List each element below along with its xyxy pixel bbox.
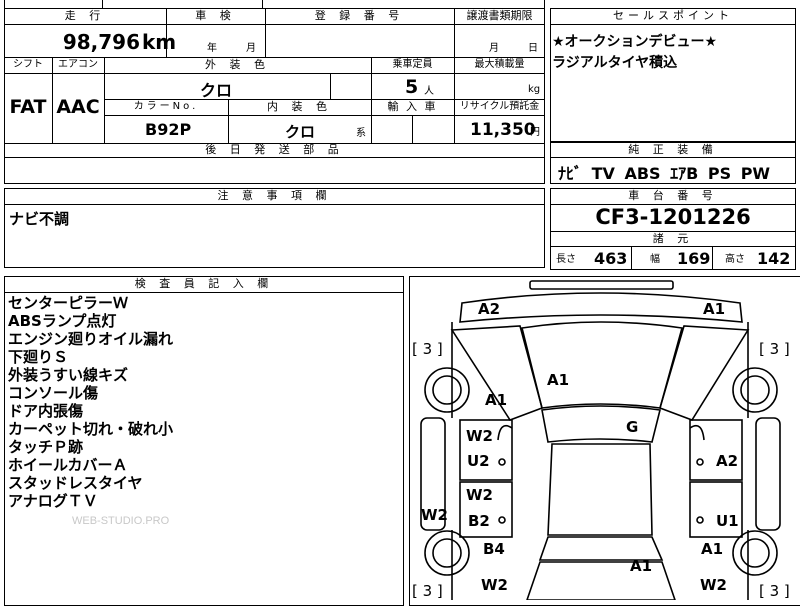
capacity-value: 5 <box>405 76 419 98</box>
aircon-value: AAC <box>56 96 100 118</box>
inspection-month: 月 <box>246 43 256 54</box>
color-no-header: カラーNo. <box>133 101 199 112</box>
inspector-note: コンソール傷 <box>8 384 99 402</box>
caution-header: 注 意 事 項 欄 <box>217 189 332 202</box>
chassis-header: 車 台 番 号 <box>628 189 718 202</box>
inspector-note: 外装うすい線キズ <box>8 366 129 384</box>
chassis-number: CF3-1201226 <box>595 205 751 229</box>
damage-code: A1 <box>703 300 726 318</box>
damage-code: A2 <box>716 452 739 470</box>
inspector-note: アナログＴＶ <box>8 492 98 510</box>
damage-code: W2 <box>481 576 508 594</box>
transfer-deadline-header: 譲渡書類期限 <box>466 9 533 22</box>
inspector-note: 下廻りＳ <box>8 348 69 366</box>
shift-header: シフト <box>13 59 43 70</box>
tire-mark-front-right: [ 3 ] <box>759 340 790 358</box>
tire-mark-rear-left: [ 3 ] <box>412 582 443 600</box>
height-value: 142 <box>757 249 791 268</box>
damage-code: U2 <box>467 452 490 470</box>
inspector-note: センターピラーＷ <box>8 294 129 312</box>
length-label: 長さ <box>556 254 576 265</box>
inspector-note: スタッドレスタイヤ <box>8 474 143 492</box>
capacity-unit: 人 <box>424 86 434 97</box>
length-value: 463 <box>594 249 628 268</box>
damage-code: A1 <box>701 540 724 558</box>
mileage-unit: km <box>142 30 177 54</box>
mileage-header: 走 行 <box>64 9 106 22</box>
damage-code: B4 <box>483 540 505 558</box>
damage-code: W2 <box>700 576 727 594</box>
recycle-header: リサイクル預託金 <box>459 101 540 112</box>
color-no-value: B92P <box>145 120 192 139</box>
damage-code: G <box>626 418 639 436</box>
width-value: 169 <box>677 249 711 268</box>
tire-mark-front-left: [ 3 ] <box>412 340 443 358</box>
width-label: 幅 <box>650 254 660 265</box>
interior-color-suffix: 系 <box>356 128 366 139</box>
registration-header: 登 録 番 号 <box>314 9 405 22</box>
exterior-color-value: クロ <box>200 81 233 100</box>
later-parts-header: 後 日 発 送 部 品 <box>205 143 344 156</box>
capacity-header: 乗車定員 <box>392 59 433 70</box>
damage-code: A1 <box>485 391 508 409</box>
inspector-note: エンジン廻りオイル漏れ <box>8 330 174 348</box>
inspector-note: ドア内張傷 <box>8 402 84 420</box>
max-load-header: 最大積載量 <box>474 59 525 70</box>
inspector-header: 検 査 員 記 入 欄 <box>134 277 274 290</box>
selling-points-header: セールスポイント <box>613 9 733 22</box>
selling-point-1: ★オークションデビュー★ <box>552 34 718 50</box>
shift-value: FAT <box>9 96 47 118</box>
damage-code: W2 <box>466 486 493 504</box>
inspection-year: 年 <box>207 43 217 54</box>
inspector-note: ホイールカバーＡ <box>8 456 128 474</box>
damage-code: U1 <box>716 512 739 530</box>
dims-header: 諸 元 <box>652 232 694 245</box>
damage-code: A1 <box>630 557 653 575</box>
top-cut-row <box>4 0 545 8</box>
tire-mark-rear-right: [ 3 ] <box>759 582 790 600</box>
inspector-note: ABSランプ点灯 <box>8 312 117 330</box>
import-car-header: 輸 入 車 <box>387 100 438 113</box>
damage-code: W2 <box>466 427 493 445</box>
recycle-unit: 円 <box>530 127 540 138</box>
inspector-note: カーペット切れ・破れ小 <box>8 420 174 438</box>
caution-value: ナビ不調 <box>9 210 70 228</box>
exterior-color-header: 外 装 色 <box>205 58 270 71</box>
equipment-value: ﾅﾋﾞ TV ABS ｴｱB PS PW <box>558 164 771 183</box>
damage-code: A1 <box>547 371 570 389</box>
transfer-day: 日 <box>528 43 538 54</box>
mileage-value: 98,796 <box>62 30 140 54</box>
damage-code: B2 <box>468 512 490 530</box>
aircon-header: エアコン <box>58 59 98 70</box>
max-load-unit: kg <box>528 84 541 95</box>
watermark: WEB-STUDIO.PRO <box>72 515 170 527</box>
transfer-month: 月 <box>489 43 499 54</box>
interior-color-header: 内 装 色 <box>267 100 332 113</box>
recycle-value: 11,350 <box>470 120 536 140</box>
inspection-header: 車 検 <box>195 9 236 22</box>
equipment-header: 純 正 装 備 <box>628 143 718 156</box>
interior-color-value: クロ <box>285 123 316 141</box>
selling-point-2: ラジアルタイヤ積込 <box>552 55 678 71</box>
inspector-note: タッチＰ跡 <box>8 438 84 456</box>
selling-points-box <box>550 8 796 142</box>
damage-code: W2 <box>421 506 448 524</box>
damage-code: A2 <box>478 300 501 318</box>
height-label: 高さ <box>725 254 745 265</box>
